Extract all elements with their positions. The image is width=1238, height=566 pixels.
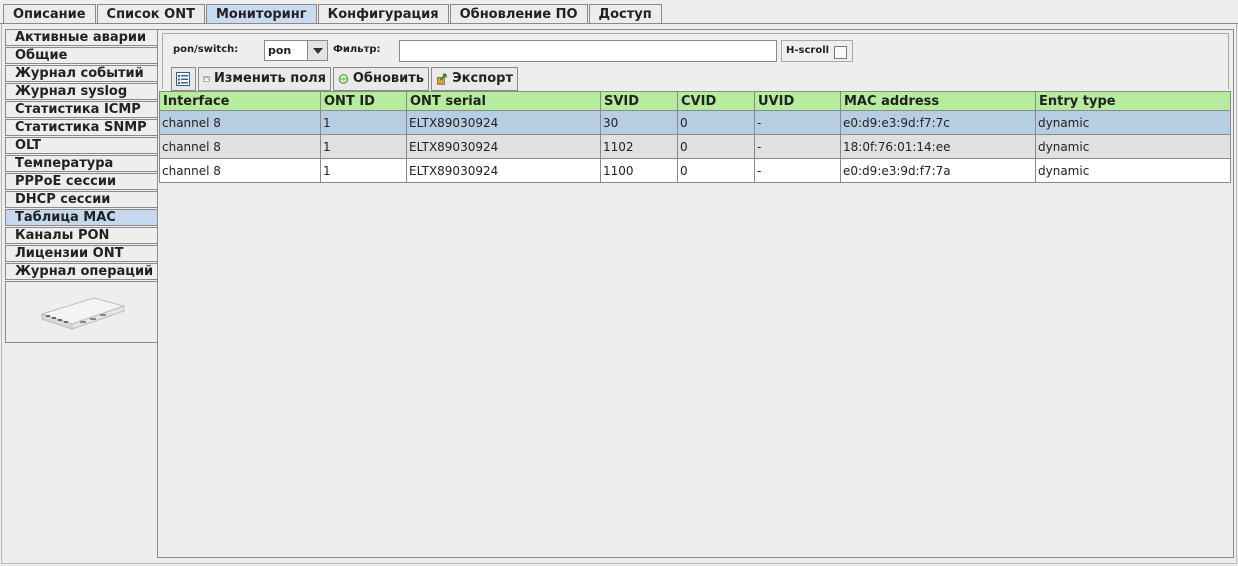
filter-label: Фильтр:: [333, 44, 381, 55]
table-cell: 18:0f:76:01:14:ee: [840, 134, 1036, 159]
table-cell: ELTX89030924: [406, 158, 601, 183]
column-header-svid[interactable]: SVID: [600, 91, 678, 111]
columns-list-icon: [176, 72, 190, 86]
pon-switch-value: pon: [268, 44, 292, 57]
sidebar-item-mac-table[interactable]: Таблица MAC: [5, 209, 157, 226]
sidebar-item-active-alarms[interactable]: Активные аварии: [5, 29, 157, 46]
columns-button[interactable]: [171, 67, 196, 91]
sidebar-item-icmp-stats[interactable]: Статистика ICMP: [5, 101, 157, 118]
table-cell: -: [754, 134, 841, 159]
column-header-mac-address[interactable]: MAC address: [840, 91, 1036, 111]
mac-table-container: Interface ONT ID ONT serial SVID CVID UV…: [159, 91, 1231, 557]
table-cell: channel 8: [159, 158, 321, 183]
table-cell: e0:d9:e3:9d:f7:7a: [840, 158, 1036, 183]
table-cell: 1: [320, 158, 407, 183]
table-cell: channel 8: [159, 134, 321, 159]
tab-ont-list[interactable]: Список ONT: [96, 4, 205, 24]
table-cell: dynamic: [1035, 158, 1231, 183]
sidebar-item-olt[interactable]: OLT: [5, 137, 157, 154]
sidebar-item-pppoe-sessions[interactable]: PPPoE сессии: [5, 173, 157, 190]
column-header-ont-serial[interactable]: ONT serial: [406, 91, 601, 111]
table-cell: ELTX89030924: [406, 134, 601, 159]
sidebar-item-operations-log[interactable]: Журнал операций: [5, 263, 157, 280]
table-cell: 0: [677, 110, 755, 135]
edit-fields-label: Изменить поля: [213, 71, 326, 86]
mac-table: Interface ONT ID ONT serial SVID CVID UV…: [159, 91, 1231, 183]
column-header-ont-id[interactable]: ONT ID: [320, 91, 407, 111]
table-cell: ELTX89030924: [406, 110, 601, 135]
pon-switch-label: pon/switch:: [173, 44, 239, 55]
refresh-label: Обновить: [352, 71, 424, 86]
tab-monitoring[interactable]: Мониторинг: [205, 4, 317, 24]
hscroll-toggle[interactable]: H-scroll: [781, 40, 853, 62]
device-image-panel: [5, 281, 157, 343]
table-cell: -: [754, 110, 841, 135]
sidebar-item-syslog[interactable]: Журнал syslog: [5, 83, 157, 100]
tab-description[interactable]: Описание: [3, 4, 96, 24]
table-header-row: Interface ONT ID ONT serial SVID CVID UV…: [159, 91, 1231, 111]
table-row[interactable]: channel 8 1 ELTX89030924 30 0 - e0:d9:e3…: [159, 110, 1231, 135]
table-cell: -: [754, 158, 841, 183]
table-row[interactable]: channel 8 1 ELTX89030924 1100 0 - e0:d9:…: [159, 158, 1231, 183]
sidebar-item-ont-licenses[interactable]: Лицензии ONT: [5, 245, 157, 262]
table-cell: 1: [320, 134, 407, 159]
table-cell: 0: [677, 158, 755, 183]
sidebar-item-temperature[interactable]: Температура: [5, 155, 157, 172]
column-header-cvid[interactable]: CVID: [677, 91, 755, 111]
edit-fields-button[interactable]: Изменить поля: [198, 67, 331, 91]
table-cell: 1: [320, 110, 407, 135]
sidebar-item-snmp-stats[interactable]: Статистика SNMP: [5, 119, 157, 136]
hscroll-label: H-scroll: [786, 45, 830, 56]
export-label: Экспорт: [452, 71, 513, 86]
table-cell: dynamic: [1035, 134, 1231, 159]
olt-device-icon: [39, 297, 126, 330]
sidebar-item-event-log[interactable]: Журнал событий: [5, 65, 157, 82]
chevron-down-icon[interactable]: [307, 41, 327, 60]
column-header-entry-type[interactable]: Entry type: [1035, 91, 1231, 111]
column-header-uvid[interactable]: UVID: [754, 91, 841, 111]
table-cell: 1102: [600, 134, 678, 159]
content-panel: pon/switch: pon Фильтр: H-scroll Изменит…: [158, 29, 1234, 558]
sidebar-item-pon-channels[interactable]: Каналы PON: [5, 227, 157, 244]
tab-firmware-update[interactable]: Обновление ПО: [449, 4, 588, 24]
hscroll-checkbox[interactable]: [834, 46, 847, 59]
table-cell: 1100: [600, 158, 678, 183]
refresh-icon: [338, 74, 349, 84]
table-cell: channel 8: [159, 110, 321, 135]
filter-input[interactable]: [399, 40, 777, 62]
refresh-button[interactable]: Обновить: [333, 67, 429, 91]
top-tab-bar: Описание Список ONT Мониторинг Конфигура…: [3, 4, 663, 24]
export-icon: [437, 73, 447, 85]
export-button[interactable]: Экспорт: [431, 67, 518, 91]
table-cell: e0:d9:e3:9d:f7:7c: [840, 110, 1036, 135]
pon-switch-select[interactable]: pon: [264, 40, 328, 61]
table-row[interactable]: channel 8 1 ELTX89030924 1102 0 - 18:0f:…: [159, 134, 1231, 159]
table-cell: 30: [600, 110, 678, 135]
table-cell: dynamic: [1035, 110, 1231, 135]
toolbar: pon/switch: pon Фильтр: H-scroll Изменит…: [162, 33, 1229, 91]
sidebar: Активные аварии Общие Журнал событий Жур…: [5, 29, 157, 343]
tab-configuration[interactable]: Конфигурация: [317, 4, 449, 24]
sidebar-item-general[interactable]: Общие: [5, 47, 157, 64]
edit-fields-icon: [203, 76, 210, 82]
tab-access[interactable]: Доступ: [588, 4, 662, 24]
column-header-interface[interactable]: Interface: [159, 91, 321, 111]
sidebar-item-dhcp-sessions[interactable]: DHCP сессии: [5, 191, 157, 208]
table-cell: 0: [677, 134, 755, 159]
